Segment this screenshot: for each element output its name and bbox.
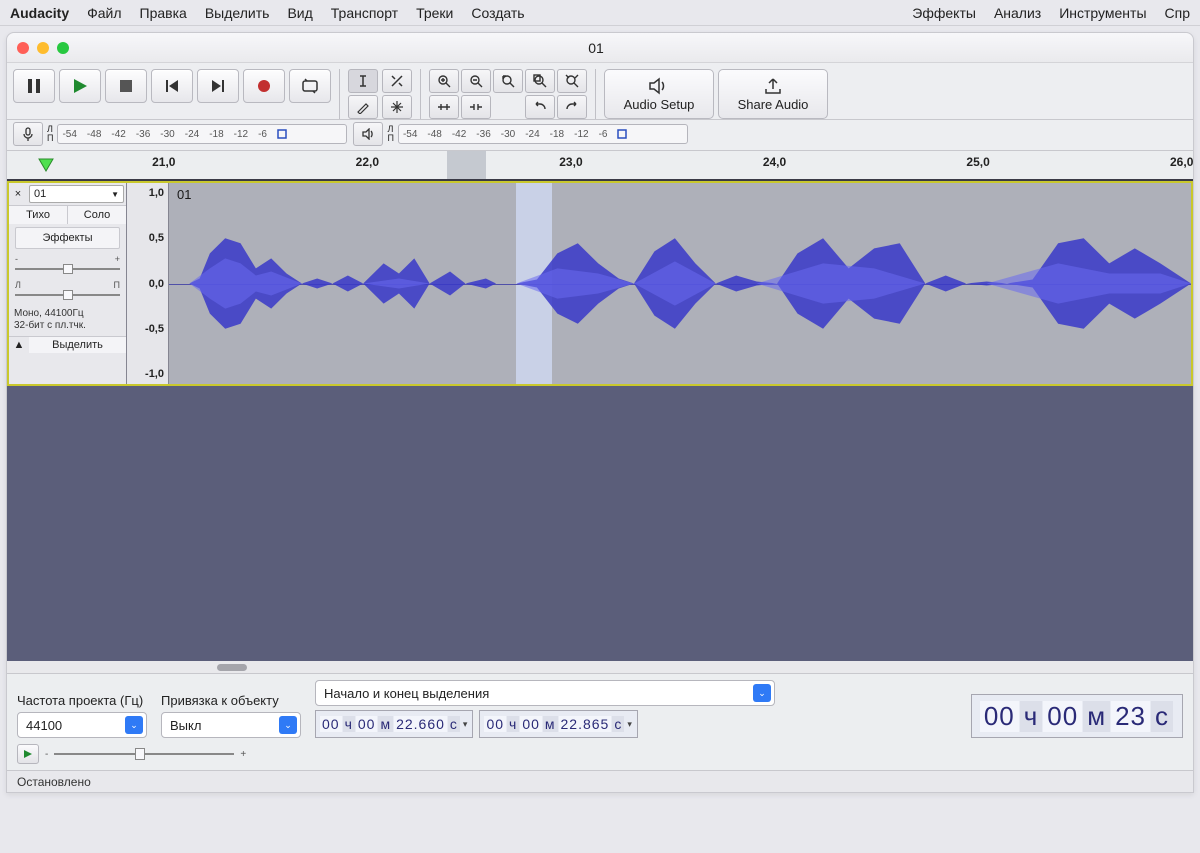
zoom-toggle-button[interactable]: [557, 69, 587, 93]
snap-label: Привязка к объекту: [161, 693, 301, 708]
share-audio-button[interactable]: Share Audio: [718, 69, 828, 119]
selection-tool-button[interactable]: [348, 69, 378, 93]
time-label: 25,0: [966, 155, 989, 169]
transport-group: [13, 69, 331, 103]
audio-setup-button[interactable]: Audio Setup: [604, 69, 714, 119]
time-label: 21,0: [152, 155, 175, 169]
selection-end-timecode[interactable]: 00ч00м22.865с▾: [479, 710, 637, 738]
mic-icon[interactable]: [13, 122, 43, 146]
skip-end-button[interactable]: [197, 69, 239, 103]
menu-tools[interactable]: Инструменты: [1059, 5, 1146, 21]
zoom-edit-group: [429, 69, 587, 119]
undo-button[interactable]: [525, 95, 555, 119]
menu-help[interactable]: Спр: [1165, 5, 1190, 21]
time-label: 26,0: [1170, 155, 1193, 169]
menu-file[interactable]: Файл: [87, 5, 121, 21]
menu-effects[interactable]: Эффекты: [912, 5, 976, 21]
app-name: Audacity: [10, 5, 69, 21]
rec-ch-R: П: [47, 134, 53, 143]
playback-speed-slider[interactable]: [54, 749, 234, 759]
zoom-fit-sel-button[interactable]: [493, 69, 523, 93]
draw-tool-button[interactable]: [348, 95, 378, 119]
record-button[interactable]: [243, 69, 285, 103]
menu-edit[interactable]: Правка: [140, 5, 187, 21]
selection-start-timecode[interactable]: 00ч00м22.660с▾: [315, 710, 473, 738]
audio-setup-label: Audio Setup: [624, 97, 695, 112]
statusbar: Остановлено: [7, 770, 1193, 792]
window-title: 01: [69, 40, 1123, 56]
menu-analyze[interactable]: Анализ: [994, 5, 1041, 21]
h-scrollbar[interactable]: [7, 661, 1193, 673]
waveform-svg: [169, 183, 1191, 384]
window-zoom[interactable]: [57, 42, 69, 54]
project-rate-label: Частота проекта (Гц): [17, 693, 147, 708]
mute-button[interactable]: Тихо: [9, 206, 68, 224]
track-name-dropdown[interactable]: 01▼: [29, 185, 124, 203]
main-toolbar: Audio Setup Share Audio: [7, 63, 1193, 120]
play-meter[interactable]: -54-48-42-36-30-24-18-12-6: [398, 124, 688, 144]
stop-button[interactable]: [105, 69, 147, 103]
tools-group: [348, 69, 412, 119]
speaker-icon: [647, 77, 671, 95]
share-icon: [763, 77, 783, 95]
trim-button[interactable]: [429, 95, 459, 119]
zoom-out-button[interactable]: [461, 69, 491, 93]
silence-button[interactable]: [461, 95, 491, 119]
meters-row: ЛП -54-48-42-36-30-24-18-12-6 ЛП -54-48-…: [7, 120, 1193, 151]
zoom-in-button[interactable]: [429, 69, 459, 93]
pan-slider[interactable]: ЛП: [9, 278, 126, 304]
track-collapse-button[interactable]: ▲: [9, 337, 29, 353]
waveform-area[interactable]: 01: [169, 183, 1191, 384]
menu-view[interactable]: Вид: [287, 5, 312, 21]
workspace: × 01▼ Тихо Соло Эффекты -+ ЛП Моно, 44: [7, 181, 1193, 661]
menu-generate[interactable]: Создать: [471, 5, 524, 21]
track-close-button[interactable]: ×: [9, 188, 27, 200]
redo-button[interactable]: [557, 95, 587, 119]
share-audio-label: Share Audio: [738, 97, 809, 112]
zoom-fit-button[interactable]: [525, 69, 555, 93]
menubar: Audacity Файл Правка Выделить Вид Трансп…: [0, 0, 1200, 26]
traffic-lights: [17, 42, 69, 54]
window-minimize[interactable]: [37, 42, 49, 54]
timeline-selection: [447, 151, 487, 179]
track-info: Моно, 44100Гц 32-бит с пл.тчк.: [9, 304, 126, 336]
record-meter[interactable]: -54-48-42-36-30-24-18-12-6: [57, 124, 347, 144]
status-text: Остановлено: [17, 775, 91, 789]
track-control-panel: × 01▼ Тихо Соло Эффекты -+ ЛП Моно, 44: [9, 183, 127, 384]
skip-start-button[interactable]: [151, 69, 193, 103]
gain-slider[interactable]: -+: [9, 252, 126, 278]
menu-select[interactable]: Выделить: [205, 5, 270, 21]
timeline-ruler[interactable]: 21,0 22,0 23,0 24,0 25,0 26,0: [7, 151, 1193, 181]
y-scale: 1,0 0,5 0,0 -0,5 -1,0: [127, 183, 169, 384]
track-effects-button[interactable]: Эффекты: [15, 227, 120, 249]
record-meter-box: ЛП -54-48-42-36-30-24-18-12-6: [13, 122, 347, 146]
snap-select[interactable]: Выкл⌄: [161, 712, 301, 738]
solo-button[interactable]: Соло: [68, 206, 126, 224]
time-label: 22,0: [356, 155, 379, 169]
menu-transport[interactable]: Транспорт: [331, 5, 398, 21]
menu-tracks[interactable]: Треки: [416, 5, 453, 21]
time-label: 23,0: [559, 155, 582, 169]
track: × 01▼ Тихо Соло Эффекты -+ ЛП Моно, 44: [7, 181, 1193, 386]
play-ch-R: П: [387, 134, 393, 143]
speaker-meter-icon[interactable]: [353, 122, 383, 146]
envelope-tool-button[interactable]: [382, 69, 412, 93]
multi-tool-button[interactable]: [382, 95, 412, 119]
play-at-speed-bar: - +: [7, 742, 1193, 770]
playhead-icon[interactable]: [37, 157, 55, 178]
position-timecode[interactable]: 00ч00м23с: [971, 694, 1183, 738]
play-button[interactable]: [59, 69, 101, 103]
pause-button[interactable]: [13, 69, 55, 103]
time-label: 24,0: [763, 155, 786, 169]
track-select-button[interactable]: Выделить: [29, 337, 126, 353]
window-close[interactable]: [17, 42, 29, 54]
selection-bar: Частота проекта (Гц) 44100⌄ Привязка к о…: [7, 673, 1193, 742]
titlebar: 01: [7, 33, 1193, 63]
selection-mode-select[interactable]: Начало и конец выделения⌄: [315, 680, 775, 706]
play-at-speed-button[interactable]: [17, 744, 39, 764]
play-meter-box: ЛП -54-48-42-36-30-24-18-12-6: [353, 122, 687, 146]
app-window: 01: [6, 32, 1194, 793]
loop-button[interactable]: [289, 69, 331, 103]
project-rate-select[interactable]: 44100⌄: [17, 712, 147, 738]
